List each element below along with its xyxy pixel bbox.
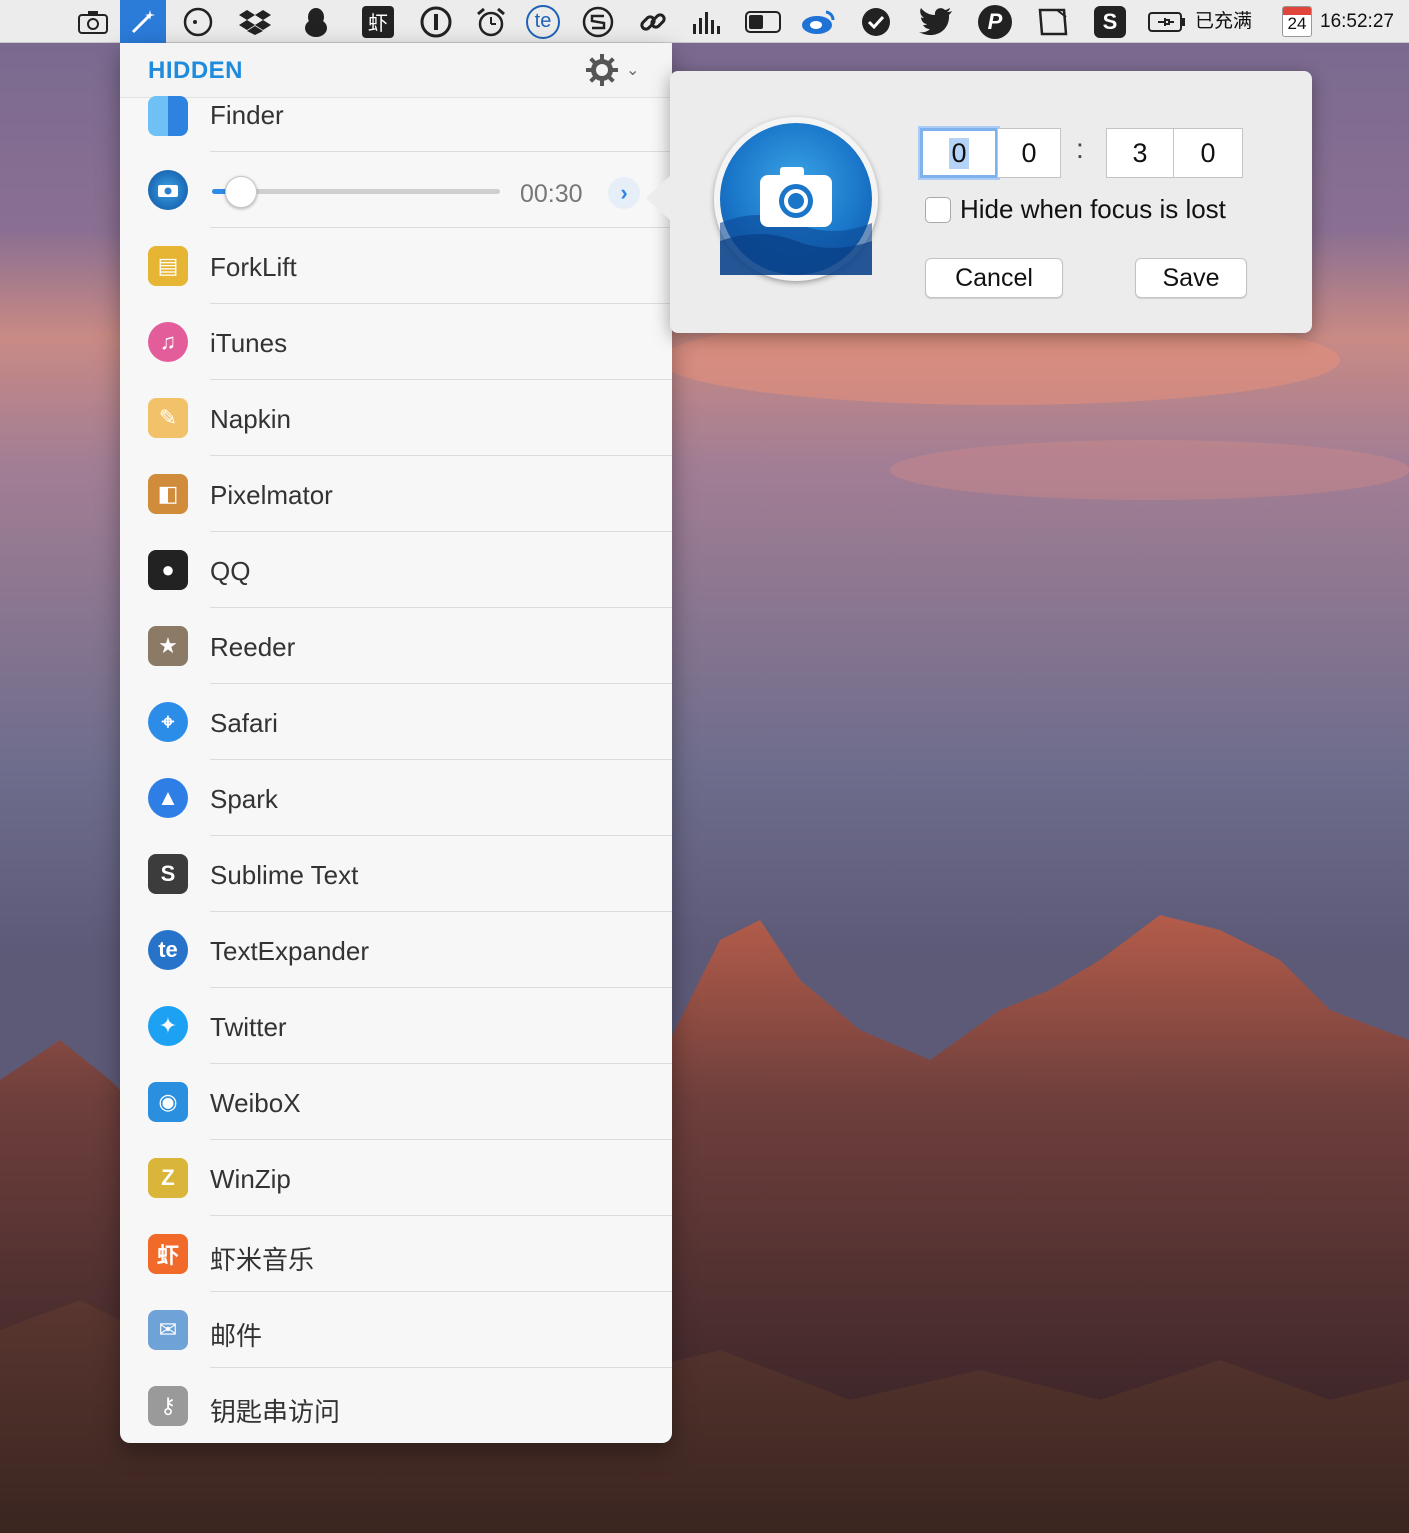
hours-ones-value: 0 xyxy=(1021,137,1037,168)
app-row[interactable]: ✦ Twitter xyxy=(120,988,672,1064)
minutes-ones-field[interactable]: 0 xyxy=(1173,128,1243,178)
twitter-icon[interactable] xyxy=(913,0,959,43)
qq-penguin-icon[interactable] xyxy=(293,0,339,43)
winzip-icon: Z xyxy=(148,1158,188,1198)
app-row[interactable]: Z WinZip xyxy=(120,1140,672,1216)
app-row[interactable]: ◉ WeiboX xyxy=(120,1064,672,1140)
minutes-tens-value: 3 xyxy=(1132,137,1148,168)
app-name: 虾米音乐 xyxy=(210,1245,315,1275)
check-badge-icon[interactable] xyxy=(853,0,899,43)
app-row[interactable]: 虾虾米音乐 xyxy=(120,1216,672,1292)
app-row[interactable]: ▲ Spark xyxy=(120,760,672,836)
app-name: iTunes xyxy=(210,328,288,358)
time-separator: : xyxy=(1076,133,1084,164)
sublime-text-icon: S xyxy=(148,854,188,894)
menubar-clock[interactable]: 16:52:27 xyxy=(1320,0,1394,43)
magic-wand-icon[interactable] xyxy=(120,0,166,43)
app-row[interactable]: te TextExpander xyxy=(120,912,672,988)
hours-tens-value: 0 xyxy=(949,137,969,169)
weibo-icon[interactable] xyxy=(795,0,841,43)
app-name: WeiboX xyxy=(210,1088,301,1118)
app-name: Twitter xyxy=(210,1012,287,1042)
hours-ones-field[interactable]: 0 xyxy=(997,128,1061,178)
weibox-icon: ◉ xyxy=(148,1082,188,1122)
link-icon[interactable] xyxy=(630,0,676,43)
dropbox-icon[interactable] xyxy=(232,0,278,43)
xiami-icon[interactable]: 虾 xyxy=(355,0,401,43)
app-name: 邮件 xyxy=(210,1321,263,1351)
p-circle-icon[interactable]: P xyxy=(972,0,1018,43)
app-name: Safari xyxy=(210,708,278,738)
toggle-icon[interactable] xyxy=(740,0,786,43)
menu-bar: 虾 te P S 已充满 24 16:52:27 xyxy=(0,0,1409,43)
screenshot-camera-icon xyxy=(714,117,878,281)
calendar-icon[interactable]: 24 xyxy=(1282,6,1312,37)
document-icon[interactable] xyxy=(1030,0,1076,43)
cancel-button[interactable]: Cancel xyxy=(925,258,1063,298)
app-name: Reeder xyxy=(210,632,296,662)
app-row[interactable]: ✎ Napkin xyxy=(120,380,672,456)
timer-popover: 0 0 : 3 0 Hide when focus is lost Cancel… xyxy=(646,71,1312,333)
audio-levels-icon[interactable] xyxy=(683,0,729,43)
camera-icon[interactable] xyxy=(70,0,116,43)
spark-icon: ▲ xyxy=(148,778,188,818)
textexpander-icon: te xyxy=(148,930,188,970)
finder-icon xyxy=(148,96,188,136)
forklift-icon: ▤ xyxy=(148,246,188,286)
app-name: Napkin xyxy=(210,404,291,434)
app-name: ForkLift xyxy=(210,252,297,282)
app-name: Finder xyxy=(210,100,284,130)
mail-icon: ✉ xyxy=(148,1310,188,1350)
app-name: Pixelmator xyxy=(210,480,333,510)
app-row[interactable]: ⚷ 钥匙串访问 xyxy=(120,1368,672,1443)
app-name: Spark xyxy=(210,784,278,814)
app-row-timer[interactable]: 00:30 › xyxy=(120,152,672,228)
app-row-finder[interactable]: Finder xyxy=(120,76,672,152)
itunes-icon: ♫ xyxy=(148,322,188,362)
app-name: 钥匙串访问 xyxy=(210,1397,341,1427)
safari-icon: ⌖ xyxy=(148,702,188,742)
hours-tens-field[interactable]: 0 xyxy=(920,128,998,178)
app-row[interactable]: ★ Reeder xyxy=(120,608,672,684)
twitter-icon: ✦ xyxy=(148,1006,188,1046)
battery-status-text: 已充满 xyxy=(1195,11,1253,32)
xiami-music-icon: 虾 xyxy=(148,1234,188,1274)
pixelmator-icon: ◧ xyxy=(148,474,188,514)
circle-dot-icon[interactable] xyxy=(175,0,221,43)
minutes-ones-value: 0 xyxy=(1200,137,1216,168)
popover-arrow xyxy=(646,176,670,220)
battery-icon xyxy=(1144,0,1190,43)
qq-icon: ● xyxy=(148,550,188,590)
save-button[interactable]: Save xyxy=(1135,258,1247,298)
app-row[interactable]: ● QQ xyxy=(120,532,672,608)
hidden-apps-panel: HIDDEN ⌄ Finder 00:30 › ▤ ForkLift ♫ iTu… xyxy=(120,43,672,1443)
app-row[interactable]: ▤ ForkLift xyxy=(120,228,672,304)
keychain-icon: ⚷ xyxy=(148,1386,188,1426)
sublime-icon[interactable]: S xyxy=(1087,0,1133,43)
app-row[interactable]: ◧ Pixelmator xyxy=(120,456,672,532)
reeder-icon: ★ xyxy=(148,626,188,666)
minutes-tens-field[interactable]: 3 xyxy=(1106,128,1174,178)
screenshot-camera-icon xyxy=(148,170,188,210)
chevron-right-icon[interactable]: › xyxy=(608,177,640,209)
app-name: TextExpander xyxy=(210,936,369,966)
info-icon[interactable] xyxy=(413,0,459,43)
hide-when-focus-lost-label[interactable]: Hide when focus is lost xyxy=(960,194,1226,225)
hide-when-focus-lost-checkbox[interactable] xyxy=(925,197,951,223)
app-name: QQ xyxy=(210,556,251,586)
s-circle-icon[interactable] xyxy=(575,0,621,43)
alarm-clock-icon[interactable] xyxy=(468,0,514,43)
app-row[interactable]: ⌖ Safari xyxy=(120,684,672,760)
timer-value: 00:30 xyxy=(520,180,583,208)
app-name: Sublime Text xyxy=(210,860,359,890)
napkin-icon: ✎ xyxy=(148,398,188,438)
app-name: WinZip xyxy=(210,1164,291,1194)
app-row[interactable]: S Sublime Text xyxy=(120,836,672,912)
timer-slider-knob[interactable] xyxy=(225,176,257,208)
app-row[interactable]: ♫ iTunes xyxy=(120,304,672,380)
app-row[interactable]: ✉ 邮件 xyxy=(120,1292,672,1368)
textexpander-icon[interactable]: te xyxy=(520,0,566,43)
